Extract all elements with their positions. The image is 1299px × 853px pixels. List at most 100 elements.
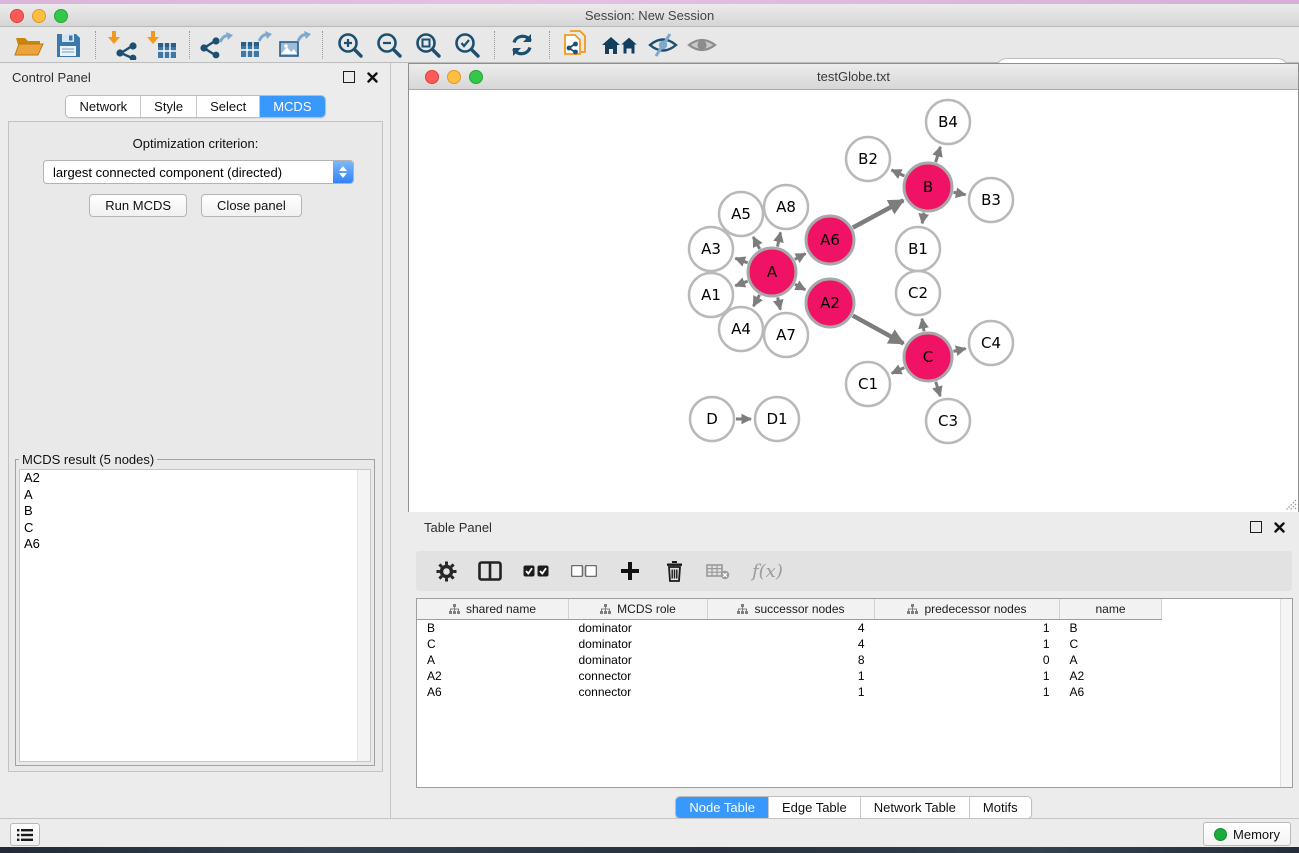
graph-node-A1[interactable]: A1 <box>689 273 733 317</box>
mcds-result-list[interactable]: A2ABCA6 <box>19 469 371 762</box>
graph-node-A2[interactable]: A2 <box>806 279 854 327</box>
tab-motifs[interactable]: Motifs <box>970 797 1031 818</box>
graph-node-A5[interactable]: A5 <box>719 192 763 236</box>
graph-edge-B-B3[interactable] <box>953 192 965 194</box>
tab-edge-table[interactable]: Edge Table <box>769 797 861 818</box>
graph-edge-C-C2[interactable] <box>922 319 924 332</box>
graph-edge-A-A5[interactable] <box>753 237 759 249</box>
import-network-icon[interactable] <box>106 29 140 61</box>
result-list-item[interactable]: A2 <box>20 470 370 487</box>
graph-edge-A-A2[interactable] <box>795 284 805 290</box>
graph-node-B1[interactable]: B1 <box>896 227 940 271</box>
graph-edge-C-C4[interactable] <box>953 349 965 352</box>
network-canvas[interactable]: A1A3A4A5A7A8B1B2B3B4C1C2C3C4DD1AA2A6BC <box>409 90 1298 512</box>
graph-node-C3[interactable]: C3 <box>926 399 970 443</box>
graph-node-A7[interactable]: A7 <box>764 313 808 357</box>
column-header-successor-nodes[interactable]: successor nodes <box>708 599 875 620</box>
network-window-titlebar[interactable]: testGlobe.txt <box>409 64 1298 90</box>
graph-edge-B-B2[interactable] <box>892 170 905 176</box>
graph-node-A4[interactable]: A4 <box>719 307 763 351</box>
graph-edge-A-A6[interactable] <box>795 254 806 260</box>
graph-edge-A-A3[interactable] <box>735 258 747 263</box>
open-session-icon[interactable] <box>12 29 46 61</box>
show-column-panel-icon[interactable] <box>478 559 502 583</box>
graph-edge-A6-B[interactable] <box>853 200 904 227</box>
graph-edge-A-A1[interactable] <box>735 281 747 286</box>
close-panel-button[interactable]: Close panel <box>201 194 302 217</box>
graph-node-C[interactable]: C <box>904 333 952 381</box>
new-network-from-selection-icon[interactable] <box>560 29 594 61</box>
export-table-icon[interactable] <box>239 29 273 61</box>
export-image-icon[interactable] <box>278 29 312 61</box>
table-row[interactable]: A2connector11A2 <box>417 668 1162 684</box>
tab-mcds[interactable]: MCDS <box>260 96 324 117</box>
task-history-list-button[interactable] <box>10 823 40 846</box>
graph-edge-C-C1[interactable] <box>892 368 905 374</box>
memory-button[interactable]: Memory <box>1203 822 1291 846</box>
graph-edge-A-A4[interactable] <box>753 295 759 306</box>
table-row[interactable]: Adominator80A <box>417 652 1162 668</box>
tab-style[interactable]: Style <box>141 96 197 117</box>
criterion-dropdown[interactable]: largest connected component (directed) <box>43 160 354 184</box>
network-graph[interactable]: A1A3A4A5A7A8B1B2B3B4C1C2C3C4DD1AA2A6BC <box>409 90 1298 512</box>
maximize-network-window-button[interactable] <box>469 70 483 84</box>
graph-node-B3[interactable]: B3 <box>969 178 1013 222</box>
float-table-panel-icon[interactable] <box>1250 521 1262 533</box>
column-header-shared-name[interactable]: shared name <box>417 599 569 620</box>
show-all-eye-icon[interactable] <box>685 29 719 61</box>
result-list-item[interactable]: A6 <box>20 536 370 553</box>
graph-node-B[interactable]: B <box>904 163 952 211</box>
export-network-icon[interactable] <box>200 29 234 61</box>
deselect-all-columns-icon[interactable] <box>570 559 598 583</box>
resize-grip-icon[interactable] <box>1284 498 1297 511</box>
tab-network[interactable]: Network <box>66 96 141 117</box>
zoom-selected-icon[interactable] <box>450 29 484 61</box>
result-list-item[interactable]: C <box>20 520 370 537</box>
table-row[interactable]: A6connector11A6 <box>417 684 1162 700</box>
import-table-icon[interactable] <box>145 29 179 61</box>
graph-node-C1[interactable]: C1 <box>846 362 890 406</box>
table-row[interactable]: Bdominator41B <box>417 620 1162 637</box>
graph-node-D1[interactable]: D1 <box>755 397 799 441</box>
graph-node-A[interactable]: A <box>748 248 796 296</box>
graph-node-B4[interactable]: B4 <box>926 100 970 144</box>
tab-select[interactable]: Select <box>197 96 260 117</box>
column-header-MCDS-role[interactable]: MCDS role <box>569 599 708 620</box>
graph-edge-A-A7[interactable] <box>778 297 781 309</box>
graph-edge-C-C3[interactable] <box>936 382 940 396</box>
zoom-in-icon[interactable] <box>333 29 367 61</box>
close-network-window-button[interactable] <box>425 70 439 84</box>
graph-node-A3[interactable]: A3 <box>689 227 733 271</box>
save-session-icon[interactable] <box>51 29 85 61</box>
minimize-window-button[interactable] <box>32 9 46 23</box>
graph-edge-B-B4[interactable] <box>936 147 941 162</box>
column-header-predecessor-nodes[interactable]: predecessor nodes <box>875 599 1060 620</box>
table-row[interactable]: Cdominator41C <box>417 636 1162 652</box>
table-scrollbar[interactable] <box>1280 599 1292 787</box>
graph-node-A6[interactable]: A6 <box>806 216 854 264</box>
graph-edge-B-B1[interactable] <box>922 213 924 224</box>
select-all-columns-icon[interactable] <box>522 559 550 583</box>
close-table-panel-icon[interactable] <box>1274 522 1285 533</box>
create-column-plus-icon[interactable] <box>618 559 642 583</box>
minimize-network-window-button[interactable] <box>447 70 461 84</box>
graph-node-C2[interactable]: C2 <box>896 271 940 315</box>
home-view-icon[interactable] <box>599 29 641 61</box>
column-header-name[interactable]: name <box>1060 599 1162 620</box>
graph-edge-A2-C[interactable] <box>853 316 904 344</box>
tab-node-table[interactable]: Node Table <box>676 797 769 818</box>
zoom-fit-icon[interactable] <box>411 29 445 61</box>
run-mcds-button[interactable]: Run MCDS <box>89 194 187 217</box>
tab-network-table[interactable]: Network Table <box>861 797 970 818</box>
result-list-item[interactable]: A <box>20 487 370 504</box>
hide-selected-eye-icon[interactable] <box>646 29 680 61</box>
delete-column-trash-icon[interactable] <box>662 559 686 583</box>
graph-node-A8[interactable]: A8 <box>764 185 808 229</box>
float-panel-icon[interactable] <box>343 71 355 83</box>
graph-node-D[interactable]: D <box>690 397 734 441</box>
zoom-out-icon[interactable] <box>372 29 406 61</box>
result-list-item[interactable]: B <box>20 503 370 520</box>
maximize-window-button[interactable] <box>54 9 68 23</box>
refresh-icon[interactable] <box>505 29 539 61</box>
graph-edge-A-A8[interactable] <box>777 232 780 246</box>
